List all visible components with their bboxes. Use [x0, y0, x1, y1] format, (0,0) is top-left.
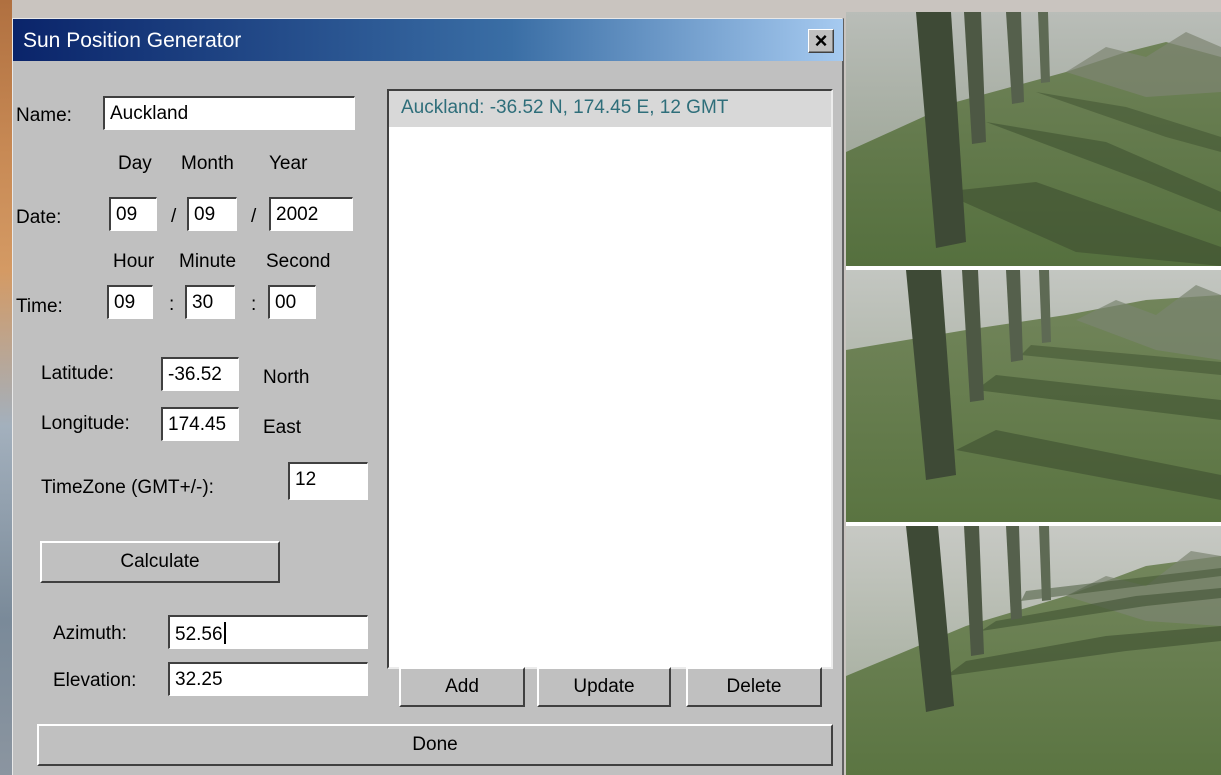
- hour-header: Hour: [113, 251, 155, 272]
- longitude-direction: East: [263, 417, 302, 438]
- latitude-label: Latitude:: [41, 363, 114, 384]
- list-item[interactable]: Auckland: -36.52 N, 174.45 E, 12 GMT: [389, 91, 831, 127]
- month-header: Month: [181, 153, 234, 174]
- done-button[interactable]: Done: [37, 724, 833, 766]
- preview-panel: [846, 12, 1221, 775]
- latitude-input[interactable]: -36.52: [161, 357, 239, 391]
- date-day-input[interactable]: 09: [109, 197, 157, 231]
- year-header: Year: [269, 153, 308, 174]
- second-header: Second: [266, 251, 331, 272]
- date-separator-1: /: [171, 206, 177, 227]
- time-separator-1: :: [169, 294, 175, 315]
- elevation-label: Elevation:: [53, 670, 137, 691]
- day-header: Day: [118, 153, 152, 174]
- latitude-direction: North: [263, 367, 310, 388]
- title-bar[interactable]: Sun Position Generator ×: [13, 19, 843, 61]
- time-hour-input[interactable]: 09: [107, 285, 153, 319]
- add-button[interactable]: Add: [399, 667, 525, 707]
- timezone-label: TimeZone (GMT+/-):: [41, 477, 214, 498]
- close-icon: ×: [814, 28, 828, 53]
- location-list[interactable]: Auckland: -36.52 N, 174.45 E, 12 GMT: [387, 89, 833, 669]
- azimuth-input[interactable]: 52.56: [168, 615, 368, 649]
- timezone-input[interactable]: 12: [288, 462, 368, 500]
- time-minute-input[interactable]: 30: [185, 285, 235, 319]
- scene-preview-2: [846, 270, 1221, 522]
- time-separator-2: :: [251, 294, 257, 315]
- date-separator-2: /: [251, 206, 257, 227]
- desktop-background: [0, 0, 12, 775]
- update-button[interactable]: Update: [537, 667, 671, 707]
- name-label: Name:: [16, 105, 72, 126]
- azimuth-value: 52.56: [175, 624, 223, 645]
- window-title: Sun Position Generator: [23, 29, 242, 52]
- sun-position-dialog: Sun Position Generator × Name: Auckland …: [12, 18, 844, 775]
- date-year-input[interactable]: 2002: [269, 197, 353, 231]
- date-month-input[interactable]: 09: [187, 197, 237, 231]
- calculate-button[interactable]: Calculate: [40, 541, 280, 583]
- name-input[interactable]: Auckland: [103, 96, 355, 130]
- elevation-input[interactable]: 32.25: [168, 662, 368, 696]
- time-second-input[interactable]: 00: [268, 285, 316, 319]
- scene-preview-3: [846, 526, 1221, 775]
- date-label: Date:: [16, 207, 62, 228]
- time-label: Time:: [16, 296, 63, 317]
- longitude-label: Longitude:: [41, 413, 130, 434]
- delete-button[interactable]: Delete: [686, 667, 822, 707]
- longitude-input[interactable]: 174.45: [161, 407, 239, 441]
- scene-preview-1: [846, 12, 1221, 266]
- azimuth-label: Azimuth:: [53, 623, 127, 644]
- close-button[interactable]: ×: [808, 29, 834, 53]
- text-caret: [223, 622, 226, 644]
- minute-header: Minute: [179, 251, 237, 272]
